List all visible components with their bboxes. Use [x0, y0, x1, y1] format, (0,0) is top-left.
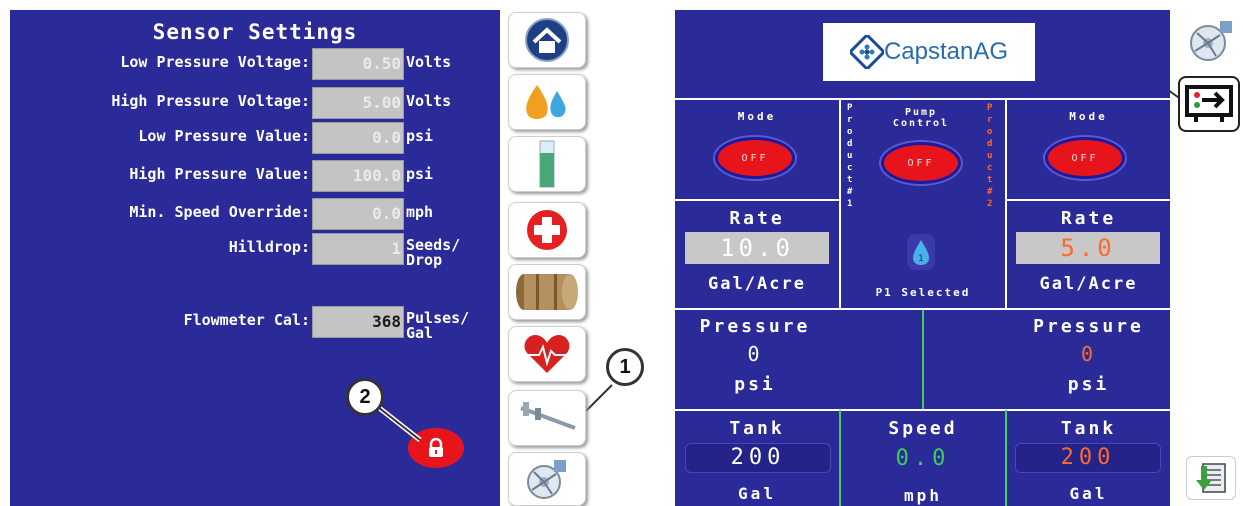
- tank-button[interactable]: [508, 264, 586, 320]
- mode-label-right: Mode: [1069, 110, 1108, 123]
- heart-monitor-icon: [524, 335, 570, 373]
- test-tube-button[interactable]: [508, 136, 586, 192]
- pressure-value-left: 0: [747, 342, 763, 366]
- pump-label-line2: Control: [892, 118, 950, 129]
- turbine-icon: [527, 460, 566, 499]
- rate-unit-right: Gal/Acre: [1039, 274, 1138, 294]
- rate-label-left: Rate: [729, 208, 785, 229]
- rate-field-right[interactable]: 5.0: [1016, 232, 1160, 264]
- rate-field-left[interactable]: 10.0: [685, 232, 829, 264]
- screen-switch-icon: [1185, 85, 1233, 122]
- home-icon: [525, 18, 569, 62]
- pressure-label-left: Pressure: [699, 316, 811, 337]
- tank-field-left[interactable]: 200: [685, 443, 831, 473]
- mode-label-left: Mode: [737, 110, 777, 123]
- turbine-icon-right: [1189, 21, 1232, 61]
- rate-unit-left: Gal/Acre: [708, 274, 806, 294]
- test-tube-icon: [539, 140, 555, 188]
- callout-2: 2: [346, 378, 384, 416]
- pressure-label-right: Pressure: [1033, 316, 1144, 337]
- pump-control-label: Pump Control: [855, 107, 987, 129]
- tank-label-left: Tank: [729, 418, 785, 439]
- mode-button-right[interactable]: OFF: [1045, 137, 1125, 179]
- tank-label-right: Tank: [1060, 418, 1117, 439]
- fuel-water-icon: [526, 85, 566, 119]
- pump-label-line1: Pump: [904, 107, 938, 118]
- caliper-icon: [520, 402, 576, 430]
- capstan-logo-text: CapstanAG: [883, 38, 1009, 65]
- diagnostics-button[interactable]: [508, 326, 586, 382]
- turbine-button-left[interactable]: [508, 452, 586, 506]
- fuel-water-button[interactable]: [508, 74, 586, 130]
- pump-control-button[interactable]: OFF: [881, 142, 961, 184]
- run-screen: CapstanAG Mode OFF Rate 10.0 Gal/Acre Pr…: [675, 10, 1170, 506]
- product-select-button[interactable]: 1: [907, 234, 935, 270]
- speed-label: Speed: [888, 418, 958, 439]
- tank-field-right[interactable]: 200: [1015, 443, 1161, 473]
- pressure-value-right: 0: [1080, 342, 1097, 366]
- speed-unit: mph: [904, 486, 942, 505]
- mode-button-left[interactable]: OFF: [715, 137, 795, 179]
- water-drop-icon: 1: [913, 240, 929, 265]
- home-button[interactable]: [508, 12, 586, 68]
- medical-button[interactable]: [508, 202, 586, 258]
- capstan-logo: CapstanAG: [823, 23, 1035, 81]
- calibration-button[interactable]: [508, 390, 586, 446]
- tank-unit-right: Gal: [1069, 484, 1108, 503]
- download-document-icon: [1196, 463, 1226, 493]
- speed-value: 0.0: [895, 446, 951, 471]
- turbine-button-right[interactable]: [1176, 10, 1243, 70]
- product2-vertical-label: Product#2: [987, 103, 993, 209]
- medical-cross-icon: [527, 210, 567, 250]
- callout-1: 1: [606, 348, 644, 386]
- tank-icon: [516, 274, 578, 310]
- selected-product-text: P1 Selected: [875, 286, 971, 299]
- download-log-button[interactable]: [1186, 456, 1236, 500]
- product1-vertical-label: Product#1: [847, 103, 853, 209]
- tank-unit-left: Gal: [738, 484, 776, 503]
- pressure-unit-right: psi: [1067, 374, 1110, 395]
- drop-number: 1: [918, 254, 924, 264]
- rate-label-right: Rate: [1060, 208, 1117, 229]
- switch-screen-button[interactable]: [1178, 76, 1240, 132]
- capstan-logo-icon: [849, 35, 884, 69]
- pressure-unit-left: psi: [734, 374, 776, 395]
